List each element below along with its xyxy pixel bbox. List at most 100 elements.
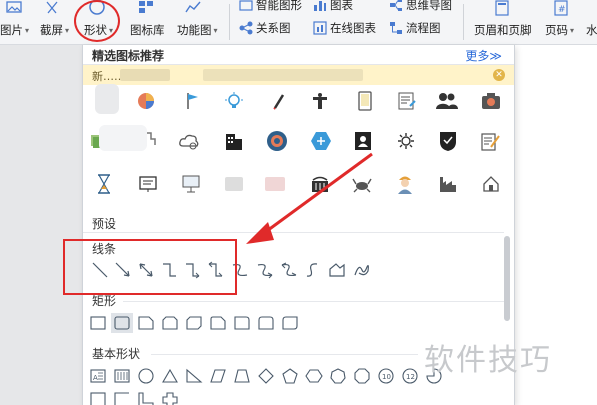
scissors-icon[interactable] [44,1,60,18]
presentation-icon[interactable] [179,172,203,196]
watermark-label: 水 [586,23,597,37]
text-box-shape[interactable]: A [87,366,109,386]
flowchart-label: 流程图 [406,21,441,35]
contract-icon[interactable] [395,89,419,113]
highlight-circle [74,0,120,42]
l-shape[interactable] [135,389,157,405]
worker-icon[interactable] [393,172,417,196]
picture-label: 图片 [0,23,23,37]
octagon-shape[interactable] [351,366,373,386]
cross-shape[interactable] [159,389,181,405]
trapezoid-shape[interactable] [231,366,253,386]
screenshot-button[interactable]: 截屏 ▾ [40,22,69,38]
screenshot-label: 截屏 [40,23,63,37]
flowchart-button[interactable]: 流程图 [389,20,441,36]
blurred-region [99,125,147,151]
hourglass-icon[interactable] [92,172,116,196]
flag-icon[interactable] [181,89,205,113]
snip-round-rectangle-shape[interactable] [207,313,229,333]
smart-shape-button[interactable]: 智能图形 [239,0,302,13]
team-icon[interactable] [435,89,459,113]
curve-double-arrow-shape[interactable] [278,260,300,280]
edit-icon[interactable] [479,129,503,153]
header-footer-icon[interactable] [495,0,509,19]
gear-icon[interactable] [394,129,418,153]
pentagon-shape[interactable] [279,366,301,386]
chevron-down-icon: ▾ [25,25,30,35]
icon-library-icon[interactable] [138,0,154,17]
decagon-shape[interactable]: 10 [375,366,397,386]
house-icon[interactable] [479,172,503,196]
smart-shape-icon [239,0,253,12]
podium-icon[interactable] [308,89,332,113]
cloud-icon[interactable] [177,129,201,153]
online-chart-button[interactable]: 在线图表 [313,20,376,36]
vertical-text-box-shape[interactable] [111,366,133,386]
oval-shape[interactable] [135,366,157,386]
freeform-shape[interactable] [326,260,348,280]
mindmap-button[interactable]: 思维导图 [389,0,452,13]
right-triangle-shape[interactable] [183,366,205,386]
rounded-rectangle-shape[interactable] [111,313,133,333]
snip-diagonal-rectangle-shape[interactable] [183,313,205,333]
watermark-button[interactable]: 水 [586,22,597,38]
chevron-down-icon: ▾ [570,25,575,35]
smart-shape-label: 智能图形 [256,0,302,12]
camera-icon[interactable] [479,89,503,113]
online-chart-label: 在线图表 [330,21,376,35]
function-chart-icon[interactable] [185,0,201,17]
curve-arrow-shape[interactable] [254,260,276,280]
board-icon[interactable] [136,172,160,196]
page-number-icon[interactable]: # [554,0,568,19]
document-area-left [0,45,82,405]
function-label: 功能图 [177,23,212,37]
preset-label: 预设 [92,217,117,231]
dodecagon-shape[interactable]: 12 [399,366,421,386]
panel-header: 精选图标推荐 更多≫ [83,45,514,65]
basic-shapes-label: 基本形状 [92,347,141,361]
svg-text:12: 12 [406,373,415,381]
svg-text:#: # [558,5,566,15]
mindmap-icon [389,0,403,12]
picture-icon[interactable] [6,1,22,16]
svg-text:10: 10 [382,373,391,381]
close-icon[interactable]: ✕ [493,69,505,81]
scribble-shape[interactable] [351,260,373,280]
half-frame-shape[interactable] [111,389,133,405]
lightbulb-icon[interactable] [222,89,246,113]
shield-icon[interactable] [436,129,460,153]
hexagon-shape[interactable] [303,366,325,386]
diamond-shape[interactable] [255,366,277,386]
factory-icon[interactable] [436,172,460,196]
heptagon-shape[interactable] [327,366,349,386]
parallelogram-shape[interactable] [207,366,229,386]
flowchart-icon [389,21,403,35]
phone-icon[interactable] [353,89,377,113]
icon-library-button[interactable]: 图标库 [130,22,165,38]
online-chart-icon [313,21,327,35]
triangle-shape[interactable] [159,366,181,386]
promo-banner: 新…… ✕ [83,65,514,85]
rectangle-shape[interactable] [87,313,109,333]
snip-corner-rectangle-shape[interactable] [135,313,157,333]
watermark-text: 软件技巧 [424,343,552,378]
header-footer-button[interactable]: 页眉和页脚 [474,22,532,38]
pen-icon[interactable] [267,89,291,113]
relation-button[interactable]: 关系图 [239,20,291,36]
chart-button[interactable]: 图表 [313,0,353,13]
panel-scrollbar[interactable] [504,236,510,321]
icon-library-label: 图标库 [130,23,165,37]
function-button[interactable]: 功能图 ▾ [177,22,218,38]
round-diagonal-rectangle-shape[interactable] [279,313,301,333]
blurred-icon[interactable] [95,84,119,114]
pie-chart-icon[interactable] [134,89,158,113]
more-link[interactable]: 更多≫ [465,47,502,64]
snip-same-side-rectangle-shape[interactable] [159,313,181,333]
page-number-button[interactable]: 页码 ▾ [545,22,574,38]
round-corner-rectangle-shape[interactable] [231,313,253,333]
frame-shape[interactable] [87,389,109,405]
round-same-side-rectangle-shape[interactable] [255,313,277,333]
relation-icon [239,21,253,35]
curve-shape[interactable] [302,260,324,280]
picture-button[interactable]: 图片 ▾ [0,22,29,38]
